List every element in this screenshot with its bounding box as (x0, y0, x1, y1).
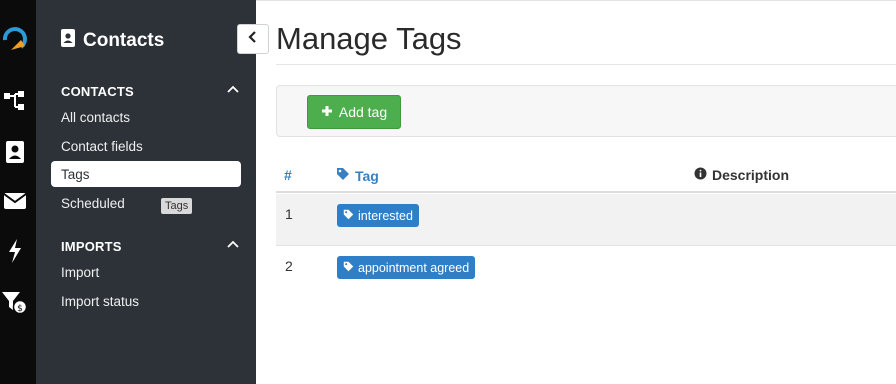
row-number: 1 (285, 206, 293, 222)
sidebar-item-tags[interactable]: Tags (51, 161, 241, 187)
column-header-tag[interactable]: Tag (336, 167, 379, 184)
chevron-up-icon[interactable] (225, 82, 241, 98)
info-icon (694, 167, 707, 183)
tag-badge[interactable]: appointment agreed (337, 256, 476, 279)
sidebar-item-contact-fields[interactable]: Contact fields (61, 139, 143, 154)
address-book-icon (60, 29, 76, 53)
workflow-icon[interactable] (0, 86, 30, 116)
contacts-icon[interactable] (0, 137, 30, 167)
add-tag-button[interactable]: Add tag (307, 95, 401, 129)
sidebar-title: Contacts (60, 28, 164, 54)
table-row: 2 appointment agreed (276, 246, 896, 298)
tag-badge-label: interested (358, 208, 413, 223)
table-header: # Tag Description (276, 157, 896, 193)
section-heading-contacts: CONTACTS (61, 84, 134, 99)
mail-icon[interactable] (0, 186, 30, 216)
sidebar-item-label: Tags (61, 166, 90, 182)
page-title: Manage Tags (276, 21, 462, 56)
column-header-description-label: Description (712, 167, 790, 183)
tag-icon (343, 209, 354, 223)
tag-badge-label: appointment agreed (358, 260, 470, 275)
divider (276, 64, 896, 65)
add-tag-label: Add tag (338, 104, 388, 120)
tag-badge[interactable]: interested (337, 204, 419, 227)
plus-icon (321, 104, 333, 120)
tag-icon (336, 167, 350, 184)
sidebar-title-text: Contacts (83, 30, 165, 51)
main-content: Manage Tags Add tag # Tag Description 1 … (256, 0, 896, 384)
toolbar: Add tag (276, 85, 896, 137)
chevron-up-icon[interactable] (225, 237, 241, 253)
sidebar-item-import[interactable]: Import (61, 265, 99, 280)
table-row: 1 interested (276, 194, 896, 246)
tag-icon (343, 261, 354, 275)
contacts-sidebar: Contacts CONTACTS All contacts Contact f… (36, 0, 256, 384)
sidebar-item-all-contacts[interactable]: All contacts (61, 110, 130, 125)
tooltip: Tags (161, 198, 193, 214)
row-number: 2 (285, 258, 293, 274)
sidebar-item-label: Scheduled (61, 196, 125, 211)
icon-rail: $ (0, 0, 36, 384)
svg-text:$: $ (17, 304, 23, 314)
column-header-tag-label: Tag (355, 167, 379, 184)
brand-logo-icon[interactable] (0, 24, 30, 54)
column-header-number[interactable]: # (284, 167, 292, 183)
funnel-dollar-icon[interactable]: $ (0, 287, 30, 317)
bolt-icon[interactable] (0, 236, 30, 266)
section-heading-imports: IMPORTS (61, 239, 122, 254)
sidebar-item-import-status[interactable]: Import status (61, 294, 139, 309)
column-header-description[interactable]: Description (694, 167, 789, 183)
